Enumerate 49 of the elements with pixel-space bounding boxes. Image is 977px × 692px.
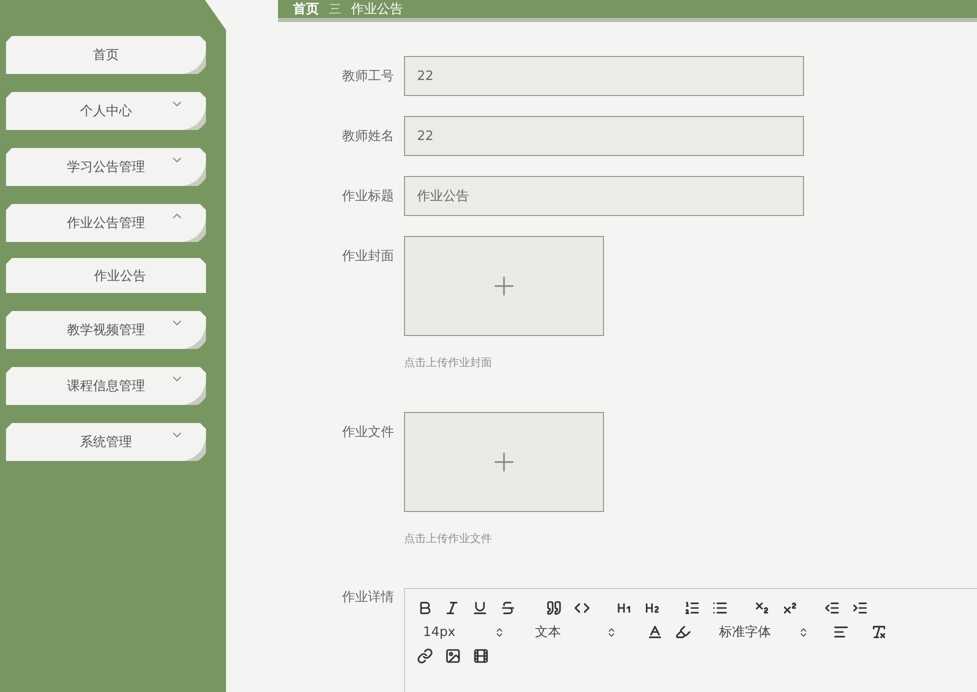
highlight-icon: [675, 624, 691, 640]
menu-item[interactable]: 系统管理: [6, 423, 206, 461]
heading-two-icon: [644, 600, 660, 616]
upload-hint: 点击上传作业文件: [404, 531, 493, 546]
menu-item[interactable]: 个人中心: [6, 92, 206, 130]
upload-hint: 点击上传作业封面: [404, 355, 493, 370]
link-icon: [417, 648, 433, 664]
outdent-icon: [824, 600, 840, 616]
toolbar-select[interactable]: 14px: [417, 621, 505, 643]
field-label: 作业文件: [341, 424, 395, 442]
video-icon: [473, 648, 489, 664]
updown-icon: [798, 626, 809, 638]
updown-icon: [606, 626, 617, 638]
toolbar-select[interactable]: 标准字体: [713, 621, 809, 643]
clear-format-icon: [871, 624, 887, 640]
updown-icon: [494, 626, 505, 638]
menu-item[interactable]: 学习公告管理: [6, 148, 206, 186]
superscript-icon: [782, 600, 798, 616]
font-color-icon: [647, 624, 663, 640]
bullet-list-icon: [712, 600, 728, 616]
subscript-icon: [754, 600, 770, 616]
menu-item[interactable]: 首页: [6, 36, 206, 74]
input-field[interactable]: 22: [404, 116, 804, 156]
field-label: 作业标题: [341, 188, 395, 206]
bold-icon: [417, 600, 433, 616]
ordered-list-icon: [684, 600, 700, 616]
submenu-item[interactable]: 作业公告: [6, 258, 206, 293]
input-field[interactable]: 22: [404, 56, 804, 96]
input-field[interactable]: 作业公告: [404, 176, 804, 216]
menu-item[interactable]: 课程信息管理: [6, 367, 206, 405]
code-icon: [574, 600, 590, 616]
field-label: 教师工号: [341, 68, 395, 86]
strikethrough-icon: [500, 600, 516, 616]
field-label: 教师姓名: [341, 128, 395, 146]
underline-icon: [472, 600, 488, 616]
field-label: 作业详情: [341, 589, 395, 607]
italic-icon: [444, 600, 460, 616]
breadcrumb-separator: 三: [329, 0, 341, 18]
heading-one-icon: [616, 600, 632, 616]
rich-text-editor[interactable]: 14px 文本 标准字体: [404, 588, 977, 692]
image-icon: [445, 648, 461, 664]
toolbar-select[interactable]: 文本: [529, 621, 617, 643]
menu-item[interactable]: 作业公告管理: [6, 204, 206, 242]
align-left-icon: [833, 624, 849, 640]
breadcrumb-current: 作业公告: [351, 1, 403, 18]
menu-item[interactable]: 教学视频管理: [6, 311, 206, 349]
quote-icon: [546, 600, 562, 616]
indent-icon: [852, 600, 868, 616]
field-label: 作业封面: [341, 248, 395, 266]
